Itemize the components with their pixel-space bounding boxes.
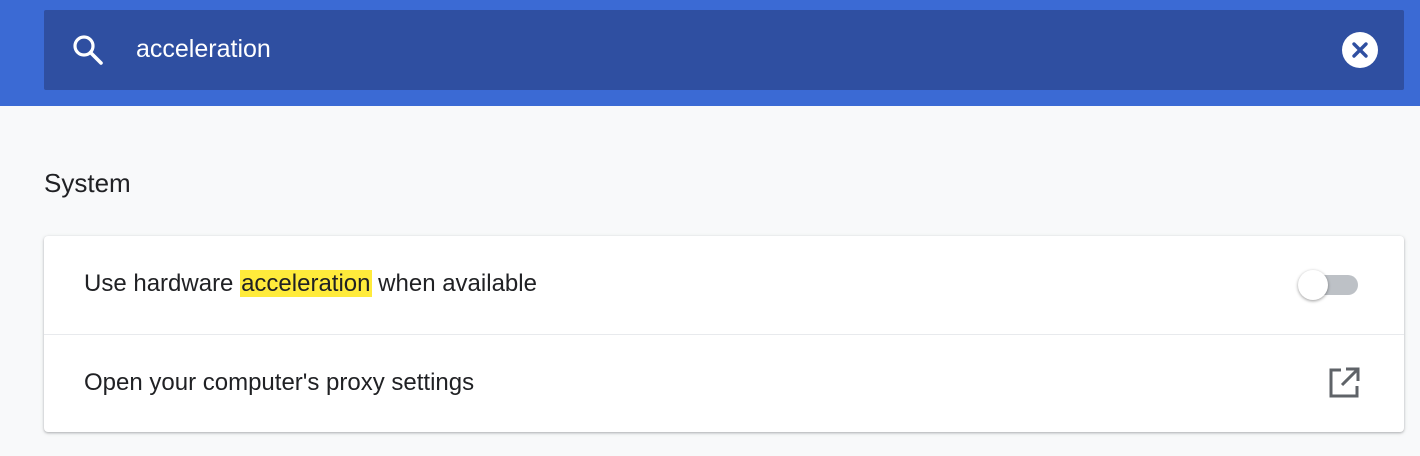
label-text-after: when available	[371, 270, 537, 297]
hardware-acceleration-row[interactable]: Use hardware acceleration when available	[44, 236, 1404, 334]
toggle-knob	[1298, 270, 1328, 300]
proxy-settings-label: Open your computer's proxy settings	[84, 369, 475, 396]
search-match-highlight: acceleration	[240, 270, 372, 297]
search-icon	[70, 32, 106, 68]
hardware-acceleration-label: Use hardware acceleration when available	[84, 270, 537, 298]
close-icon	[1352, 42, 1368, 58]
system-settings-card: Use hardware acceleration when available…	[44, 236, 1404, 432]
clear-search-button[interactable]	[1342, 32, 1378, 68]
search-input[interactable]	[136, 28, 1316, 70]
hardware-acceleration-toggle[interactable]	[1298, 270, 1360, 300]
external-link-icon[interactable]	[1326, 365, 1362, 401]
proxy-settings-row[interactable]: Open your computer's proxy settings	[44, 334, 1404, 432]
section-title: System	[44, 168, 131, 198]
label-text-before: Use hardware	[84, 270, 241, 297]
